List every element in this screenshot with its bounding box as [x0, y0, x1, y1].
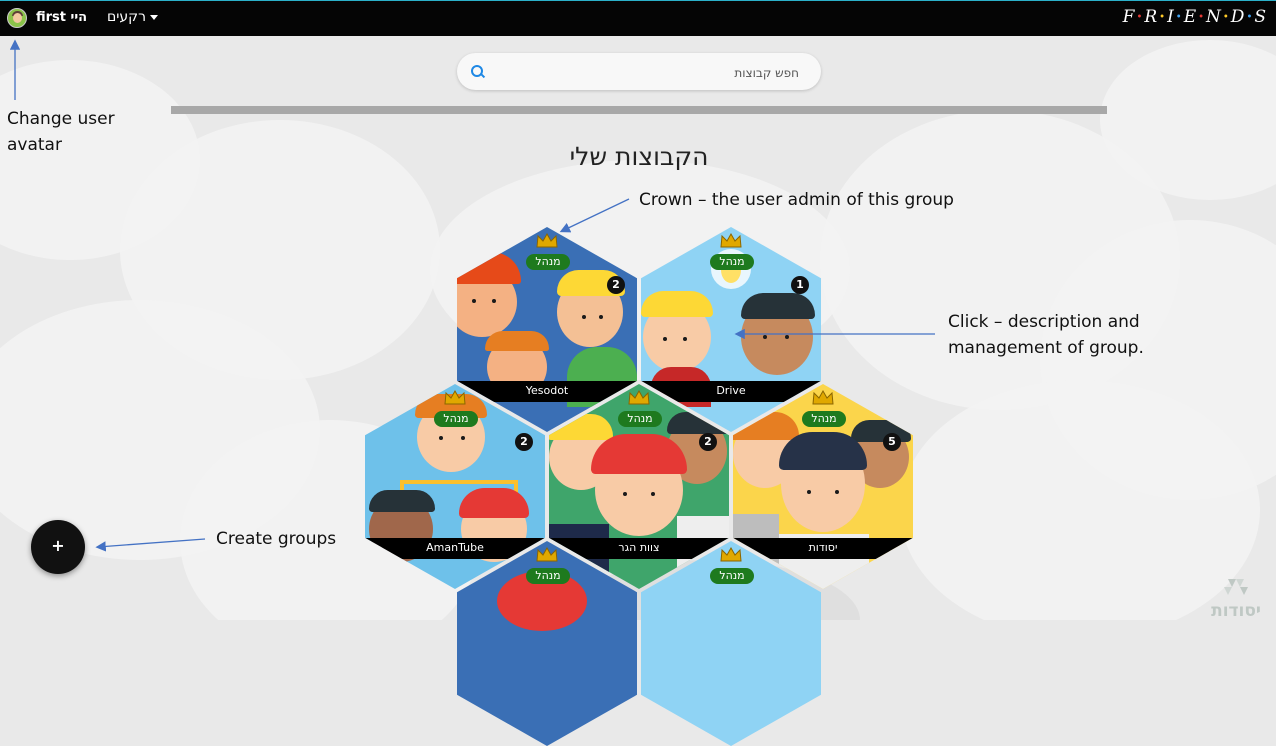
user-avatar[interactable]	[7, 8, 27, 28]
member-count: 2	[515, 433, 533, 451]
yesodot-watermark: יסודות	[1206, 573, 1266, 621]
admin-badge: מנהל	[526, 254, 570, 270]
crown-icon	[628, 389, 650, 405]
crown-icon	[720, 546, 742, 562]
friends-logo: F•R•I•E•N•D•S	[1122, 7, 1268, 27]
crown-icon	[536, 232, 558, 248]
watermark-text: יסודות	[1211, 601, 1261, 621]
group-search-box	[457, 53, 821, 92]
create-group-button[interactable]: +	[31, 520, 85, 574]
section-divider	[171, 106, 1107, 114]
admin-badge: מנהל	[710, 254, 754, 270]
member-count: 2	[699, 433, 717, 451]
user-greeting: first היי	[36, 10, 88, 25]
admin-badge: מנהל	[802, 411, 846, 427]
member-count: 5	[883, 433, 901, 451]
annotation-click-group: Click – description and management of gr…	[948, 312, 1144, 358]
annotation-create-groups: Create groups	[216, 529, 337, 549]
crown-icon	[812, 389, 834, 405]
group-search-input[interactable]	[497, 53, 801, 92]
search-icon[interactable]	[471, 65, 483, 77]
admin-badge: מנהל	[526, 568, 570, 584]
crown-icon	[536, 546, 558, 562]
admin-badge: מנהל	[618, 411, 662, 427]
backgrounds-menu-label: רקעים	[107, 9, 147, 25]
page-title: הקבוצות שלי	[569, 142, 709, 171]
top-navbar: first היי רקעים F•R•I•E•N•D•S	[0, 0, 1276, 36]
yesodot-logo-icon	[1224, 579, 1248, 595]
crown-icon	[720, 232, 742, 248]
member-count: 2	[607, 276, 625, 294]
chevron-down-icon	[150, 14, 159, 20]
admin-badge: מנהל	[710, 568, 754, 584]
member-count: 1	[791, 276, 809, 294]
crown-icon	[444, 389, 466, 405]
annotation-crown: Crown – the user admin of this group	[639, 190, 954, 210]
backgrounds-dropdown[interactable]: רקעים	[107, 9, 159, 25]
admin-badge: מנהל	[434, 411, 478, 427]
annotation-change-avatar: Change user avatar	[7, 109, 115, 155]
